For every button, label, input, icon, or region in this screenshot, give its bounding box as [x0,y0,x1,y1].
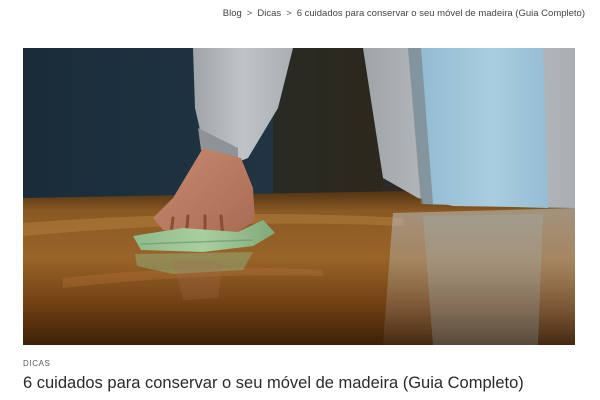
hero-illustration [23,48,575,345]
post-category[interactable]: DICAS [23,359,50,368]
hero-image [23,48,575,345]
breadcrumb: Blog > Dicas > 6 cuidados para conservar… [223,8,585,19]
breadcrumb-current-page: 6 cuidados para conservar o seu móvel de… [296,8,585,19]
post-title: 6 cuidados para conservar o seu móvel de… [23,374,524,392]
breadcrumb-link-dicas[interactable]: Dicas [257,8,281,19]
breadcrumb-separator: > [246,8,253,19]
breadcrumb-link-blog[interactable]: Blog [223,8,242,19]
breadcrumb-separator: > [286,8,292,19]
blog-post-page: Blog > Dicas > 6 cuidados para conservar… [0,0,600,400]
